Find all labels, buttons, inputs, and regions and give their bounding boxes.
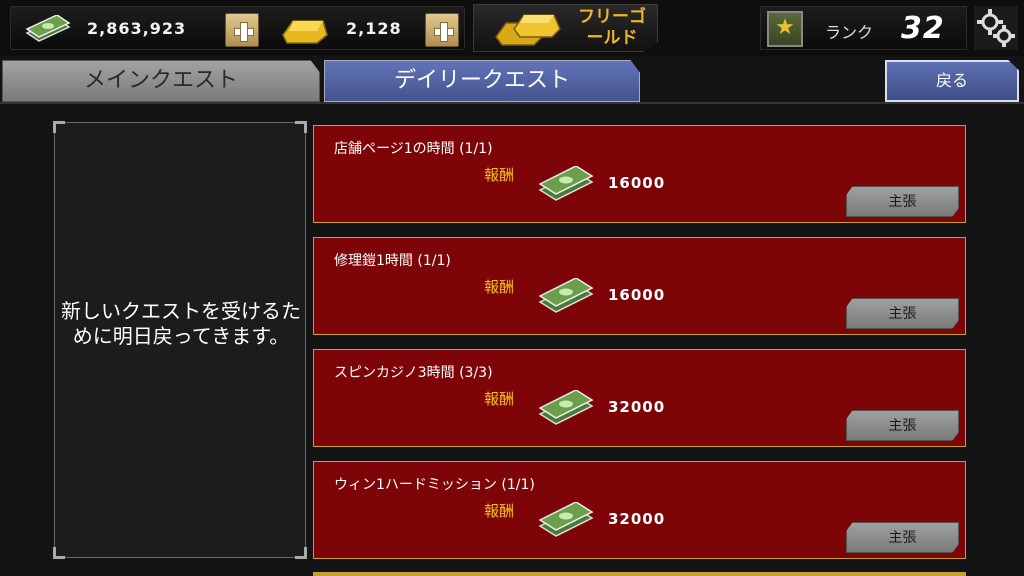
add-cash-button[interactable]: [225, 13, 259, 47]
next-card-edge: [313, 572, 966, 576]
gold-bar-icon: [282, 20, 328, 44]
quest-title: 店舗ページ1の時間 (1/1): [334, 141, 493, 157]
settings-button[interactable]: [974, 6, 1018, 50]
reward-label: 報酬: [484, 278, 515, 296]
panel-corner: [295, 547, 307, 559]
cash-icon: [538, 390, 594, 425]
back-button[interactable]: 戻る: [885, 60, 1019, 102]
reward-label: 報酬: [484, 390, 515, 408]
reward-label: 報酬: [484, 166, 515, 184]
quest-card: ウィン1ハードミッション (1/1) 報酬 32000 主張: [313, 461, 966, 559]
quest-title: ウィン1ハードミッション (1/1): [334, 477, 535, 493]
reward-label: 報酬: [484, 502, 515, 520]
quest-card: 店舗ページ1の時間 (1/1) 報酬 16000 主張: [313, 125, 966, 223]
panel-corner: [53, 547, 65, 559]
gold-amount: 2,128: [346, 19, 402, 38]
rank-star-icon: ★: [767, 11, 803, 47]
rank-value: 32: [901, 11, 945, 46]
reward-amount: 16000: [608, 286, 666, 304]
info-panel: 新しいクエストを受けるために明日戻ってきます。: [53, 121, 307, 559]
free-gold-label: フリーゴールド: [578, 7, 646, 48]
claim-button[interactable]: 主張: [846, 522, 959, 553]
claim-button[interactable]: 主張: [846, 298, 959, 329]
quest-card: 修理鎧1時間 (1/1) 報酬 16000 主張: [313, 237, 966, 335]
quest-list: 店舗ページ1の時間 (1/1) 報酬 16000 主張 修理鎧1時間 (1/1)…: [313, 125, 966, 573]
reward-amount: 16000: [608, 174, 666, 192]
cash-icon: [538, 278, 594, 313]
gold-bars-icon: [495, 14, 561, 46]
claim-button[interactable]: 主張: [846, 186, 959, 217]
quest-card: スピンカジノ3時間 (3/3) 報酬 32000 主張: [313, 349, 966, 447]
tab-main-quest[interactable]: メインクエスト: [2, 60, 320, 102]
info-message: 新しいクエストを受けるために明日戻ってきます。: [61, 299, 301, 348]
tab-divider: [0, 102, 1024, 104]
claim-button[interactable]: 主張: [846, 410, 959, 441]
currency-bar: 2,863,923 2,128: [10, 6, 465, 50]
cash-icon: [538, 502, 594, 537]
rank-label: ランク: [825, 23, 874, 42]
reward-amount: 32000: [608, 398, 666, 416]
panel-corner: [53, 121, 65, 133]
cash-icon: [25, 15, 71, 42]
quest-title: 修理鎧1時間 (1/1): [334, 253, 451, 269]
tab-daily-quest[interactable]: デイリークエスト: [324, 60, 640, 102]
reward-amount: 32000: [608, 510, 666, 528]
gear-icon: [977, 9, 1015, 47]
quest-title: スピンカジノ3時間 (3/3): [334, 365, 493, 381]
cash-amount: 2,863,923: [87, 19, 187, 38]
free-gold-button[interactable]: フリーゴールド: [473, 4, 658, 52]
top-bar: 2,863,923 2,128 フリーゴールド ★ ランク 32: [0, 0, 1024, 56]
add-gold-button[interactable]: [425, 13, 459, 47]
cash-icon: [538, 166, 594, 201]
rank-display: ★ ランク 32: [760, 6, 967, 50]
panel-corner: [295, 121, 307, 133]
